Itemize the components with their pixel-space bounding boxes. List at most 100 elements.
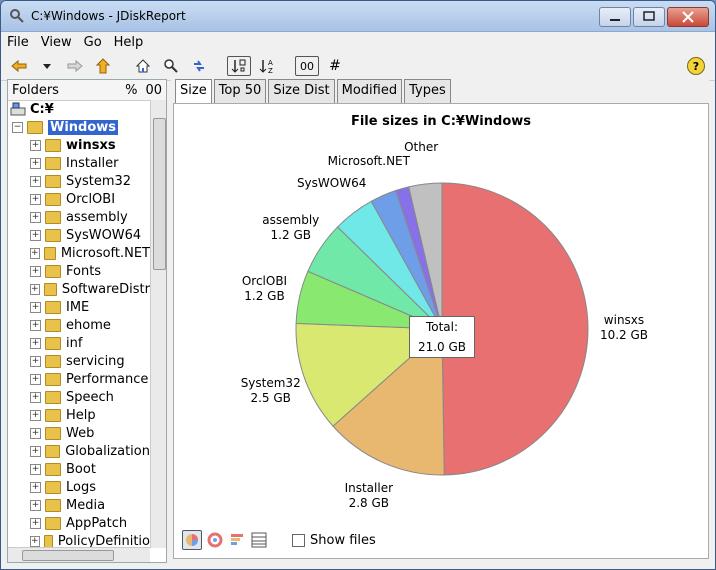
home-button[interactable] [131, 55, 155, 77]
tree-node[interactable]: + SoftwareDistr [8, 280, 150, 298]
slice-size: 2.8 GB [348, 495, 390, 510]
tree-node[interactable]: + Web [8, 424, 150, 442]
expand-icon[interactable]: + [30, 391, 41, 403]
tree-node[interactable]: + Boot [8, 460, 150, 478]
sort-by-size-button[interactable] [227, 56, 251, 76]
percent-column-toggle[interactable]: % [125, 83, 137, 98]
slice-name: SysWOW64 [296, 176, 367, 191]
show-files-toggle[interactable]: Show files [292, 533, 376, 548]
folder-tree: C:¥ − Windows + winsxs + Installer + System32… [8, 100, 150, 548]
expand-icon[interactable]: + [30, 139, 41, 151]
menu-view[interactable]: View [41, 35, 72, 50]
slice-label: winsxs 10.2 GB [579, 313, 669, 343]
close-icon [682, 11, 694, 23]
scrollbar-thumb[interactable] [22, 550, 114, 561]
show-files-checkbox[interactable] [292, 533, 305, 547]
tree-node[interactable]: + servicing [8, 352, 150, 370]
folder-icon [45, 390, 61, 404]
history-dropdown[interactable] [35, 55, 59, 77]
tab-size[interactable]: Size [175, 79, 212, 103]
tree-node[interactable]: + SysWOW64 [8, 226, 150, 244]
expand-icon[interactable]: + [30, 193, 41, 205]
folder-icon [45, 372, 61, 386]
tree-node[interactable]: + AppPatch [8, 514, 150, 532]
tab-top-50[interactable]: Top 50 [213, 79, 267, 103]
tree-node[interactable]: + Media [8, 496, 150, 514]
help-icon[interactable]: ? [687, 57, 705, 75]
expand-icon[interactable]: + [30, 373, 41, 385]
expand-icon[interactable]: + [30, 301, 41, 313]
maximize-button[interactable] [633, 7, 665, 27]
tree-node[interactable]: + IME [8, 298, 150, 316]
sort-by-name-button[interactable]: AZ [255, 55, 279, 77]
tree-node[interactable]: + Installer [8, 154, 150, 172]
tree-node[interactable]: + PolicyDefinitio [8, 532, 150, 548]
tree-node[interactable]: + assembly [8, 208, 150, 226]
expand-icon[interactable]: + [30, 283, 40, 295]
tree-node[interactable]: + Fonts [8, 262, 150, 280]
expand-icon[interactable]: + [30, 211, 41, 223]
menu-help[interactable]: Help [114, 35, 144, 50]
tree-node-label: OrclOBI [66, 191, 116, 207]
table-view-icon[interactable] [250, 531, 268, 549]
expand-icon[interactable]: + [30, 517, 41, 529]
expand-icon[interactable]: + [30, 481, 41, 493]
refresh-button[interactable] [187, 55, 211, 77]
count-format-button[interactable]: # [323, 55, 347, 77]
expand-icon[interactable]: + [30, 157, 41, 169]
close-button[interactable] [667, 7, 709, 27]
collapse-icon[interactable]: − [12, 121, 23, 133]
tree-node[interactable]: + System32 [8, 172, 150, 190]
tree-horizontal-scrollbar[interactable] [8, 547, 150, 562]
expand-icon[interactable]: + [30, 445, 41, 457]
expand-icon[interactable]: + [30, 427, 41, 439]
tab-size-dist[interactable]: Size Dist [268, 79, 335, 103]
expand-icon[interactable]: + [30, 463, 41, 475]
size-column-toggle[interactable]: 00 [145, 83, 162, 98]
expand-icon[interactable]: + [30, 175, 41, 187]
tree-node[interactable]: + Speech [8, 388, 150, 406]
tab-modified[interactable]: Modified [336, 79, 403, 103]
menu-go[interactable]: Go [84, 35, 102, 50]
scrollbar-thumb[interactable] [153, 118, 166, 270]
tree-vertical-scrollbar[interactable] [150, 100, 166, 548]
search-button[interactable] [159, 55, 183, 77]
tree-node[interactable]: + OrclOBI [8, 190, 150, 208]
tree-node[interactable]: + inf [8, 334, 150, 352]
menu-file[interactable]: File [7, 35, 29, 50]
tree-node[interactable]: + Performance [8, 370, 150, 388]
tree-node[interactable]: + ehome [8, 316, 150, 334]
folders-label: Folders [12, 82, 59, 98]
tree-node[interactable]: + Globalization [8, 442, 150, 460]
expand-icon[interactable]: + [30, 409, 41, 421]
tree-node-label: AppPatch [66, 515, 128, 531]
tree-node-windows[interactable]: − Windows [8, 118, 150, 136]
tab-types[interactable]: Types [404, 79, 451, 103]
expand-icon[interactable]: + [30, 265, 41, 277]
folder-icon [45, 426, 61, 440]
expand-icon[interactable]: + [30, 319, 41, 331]
minimize-button[interactable] [599, 7, 631, 27]
expand-icon[interactable]: + [30, 337, 41, 349]
pie-chart-icon[interactable] [182, 530, 202, 550]
forward-arrow-icon [67, 59, 83, 73]
expand-icon[interactable]: + [30, 229, 41, 241]
tree-node[interactable]: + Logs [8, 478, 150, 496]
expand-icon[interactable]: + [30, 499, 41, 511]
tree-node[interactable]: + winsxs [8, 136, 150, 154]
ring-chart-icon[interactable] [206, 531, 224, 549]
app-window: C:¥Windows - JDiskReport File View Go He… [0, 0, 716, 570]
up-button[interactable] [91, 55, 115, 77]
tree-node[interactable]: + Help [8, 406, 150, 424]
size-format-button[interactable]: 00 [295, 56, 319, 76]
tree-root[interactable]: C:¥ [8, 100, 150, 118]
forward-button[interactable] [63, 55, 87, 77]
expand-icon[interactable]: + [30, 355, 41, 367]
slice-label: Microsoft.NET [324, 154, 414, 169]
tree-node[interactable]: + Microsoft.NET [8, 244, 150, 262]
bar-chart-icon[interactable] [228, 531, 246, 549]
expand-icon[interactable]: + [30, 247, 40, 259]
expand-icon[interactable]: + [30, 535, 40, 547]
back-button[interactable] [7, 55, 31, 77]
chart-type-toolbar: Show files [182, 530, 376, 550]
